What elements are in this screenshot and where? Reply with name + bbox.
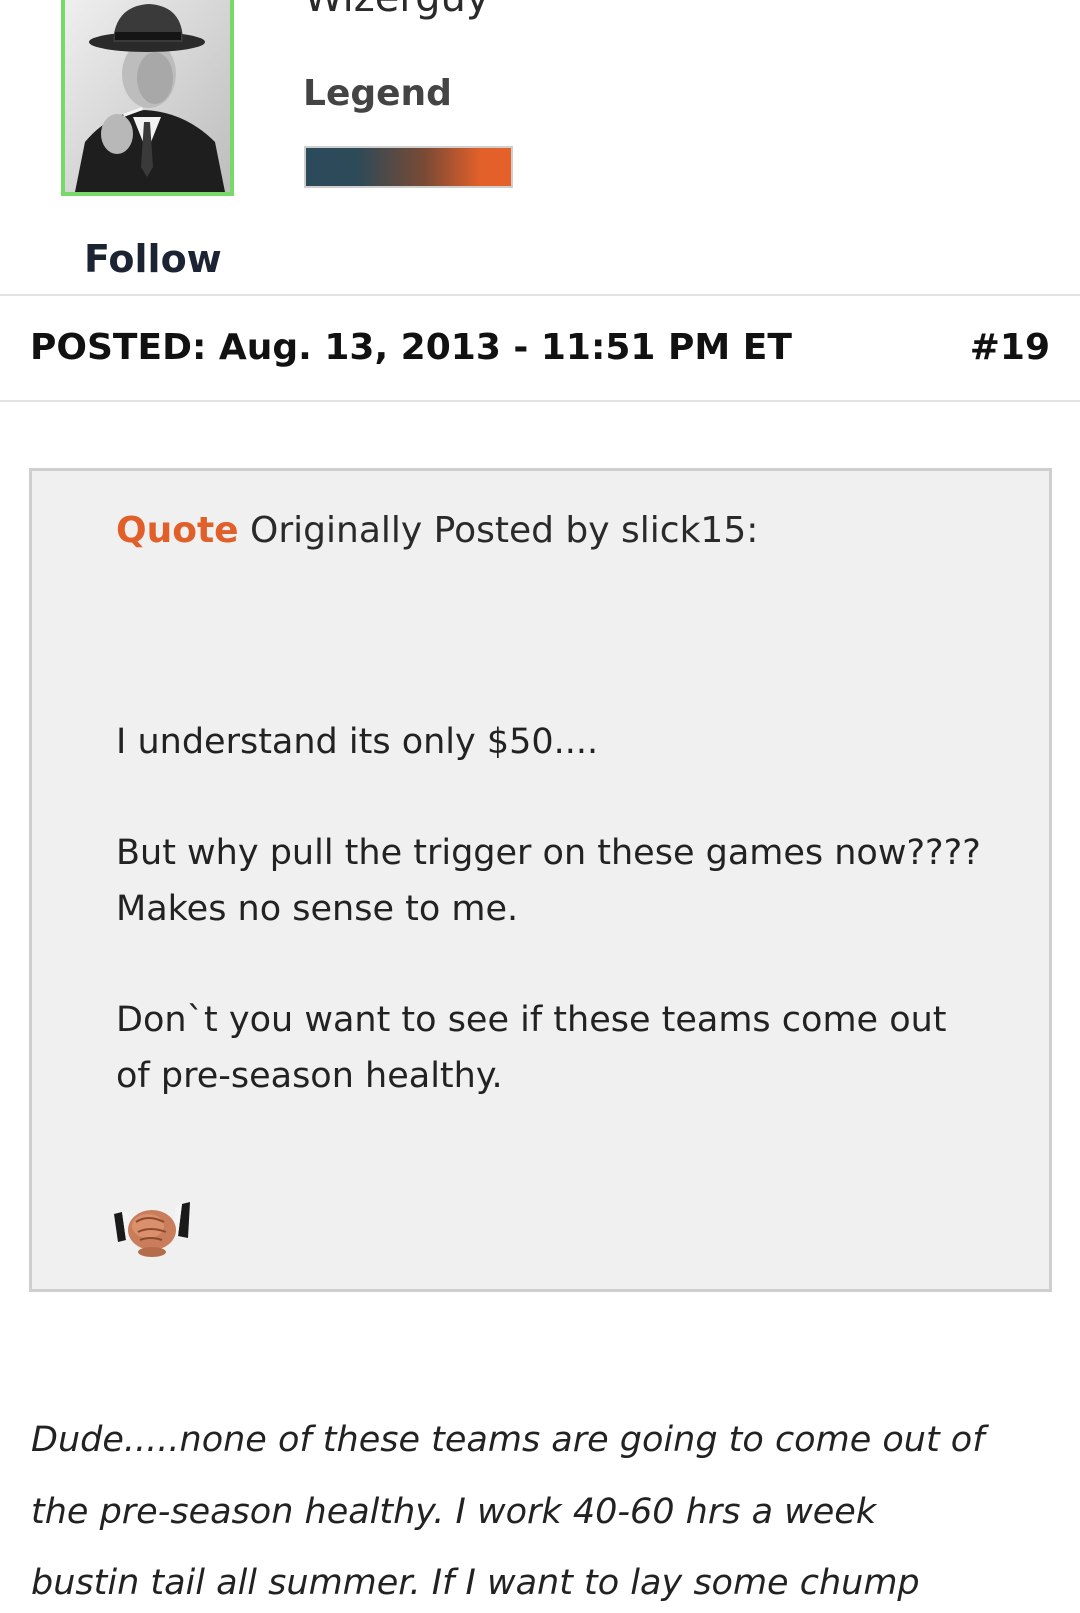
posted-date: Aug. 13, 2013 - 11:51 PM ET [218,327,792,368]
profile-header: Wizerguy Legend Follow [0,0,1080,296]
posted-label: POSTED: [30,327,207,368]
quote-header: Quote Originally Posted by slick15: [116,507,758,555]
quote-line: Don`t you want to see if these teams com… [116,1000,947,1040]
post-number-link[interactable]: #19 [970,324,1050,372]
username[interactable]: Wizerguy [304,0,490,24]
user-rank: Legend [303,73,452,114]
quote-label: Quote [116,510,239,551]
quote-line: Makes no sense to me. [116,889,519,929]
reply-line: bustin tail all summer. If I want to lay… [31,1563,920,1603]
avatar[interactable] [61,0,234,196]
rank-progress-bar [304,146,513,188]
follow-button[interactable]: Follow [84,234,222,284]
post-meta-bar: POSTED: Aug. 13, 2013 - 11:51 PM ET #19 [0,296,1080,402]
quote-line: of pre-season healthy. [116,1056,503,1096]
quote-box: Quote Originally Posted by slick15: I un… [29,468,1052,1292]
reply-line: Dude.....none of these teams are going t… [31,1420,985,1460]
post-timestamp: POSTED: Aug. 13, 2013 - 11:51 PM ET [30,324,792,372]
avatar-photo-icon [65,0,230,192]
quote-line: I understand its only $50.... [116,722,599,762]
quote-attribution: Originally Posted by slick15: [250,510,759,551]
reply-line: the pre-season healthy. I work 40-60 hrs… [31,1492,877,1532]
handshake-icon [114,1202,190,1257]
quote-line: But why pull the trigger on these games … [116,833,981,873]
